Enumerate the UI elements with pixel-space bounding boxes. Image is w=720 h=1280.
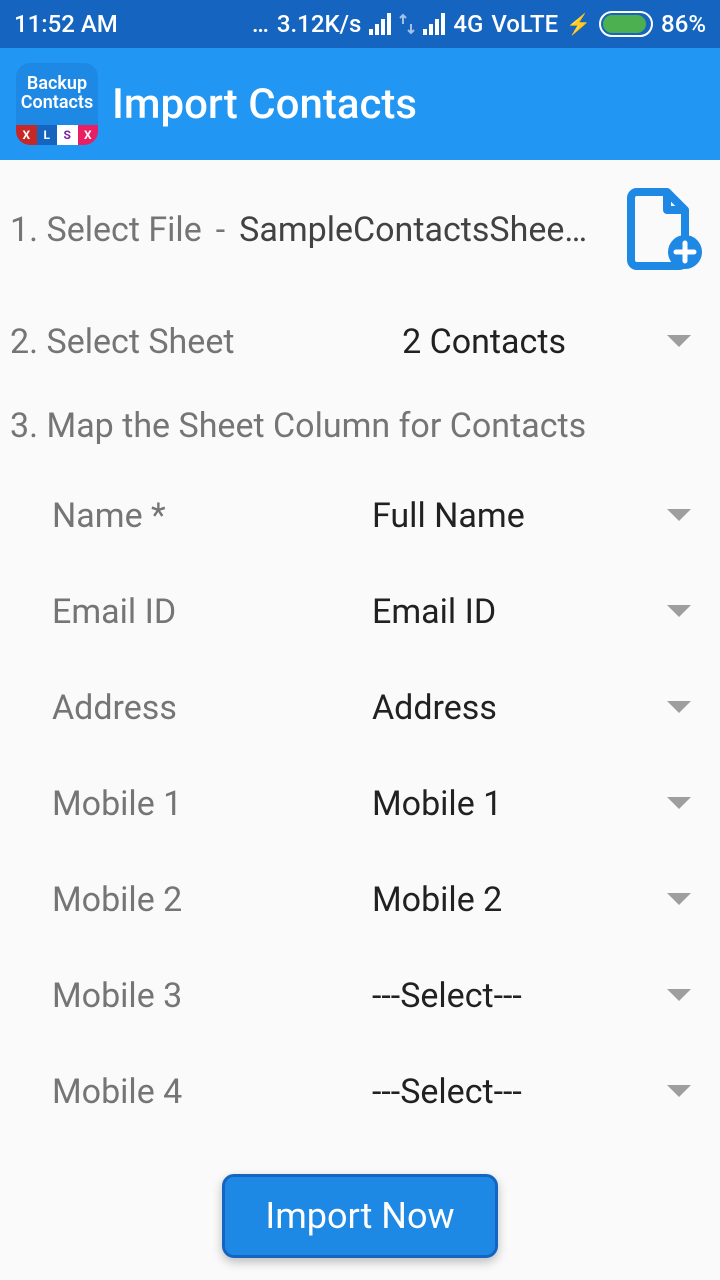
more-dots: … — [252, 10, 269, 38]
map-label: Mobile 1 — [52, 784, 372, 824]
chevron-down-icon — [666, 508, 692, 524]
add-file-button[interactable] — [621, 188, 703, 272]
chevron-down-icon — [666, 892, 692, 908]
map-row-name: Name * Full Name — [0, 468, 720, 564]
map-label: Mobile 2 — [52, 880, 372, 920]
status-volte: VoLTE — [491, 10, 558, 38]
selected-file-name: SampleContactsShee… — [239, 210, 616, 250]
map-row-mobile2: Mobile 2 Mobile 2 — [0, 852, 720, 948]
map-dropdown-mobile1[interactable]: Mobile 1 — [372, 784, 692, 824]
step-select-sheet: 2. Select Sheet 2 Contacts — [0, 300, 720, 384]
map-dropdown-address[interactable]: Address — [372, 688, 692, 728]
step-select-file: 1. Select File - SampleContactsShee… — [0, 160, 720, 300]
map-row-email: Email ID Email ID — [0, 564, 720, 660]
signal-icon — [369, 13, 391, 35]
chevron-down-icon — [666, 604, 692, 620]
mapping-list: Name * Full Name Email ID Email ID Addre… — [0, 458, 720, 1140]
status-speed: 3.12K/s — [277, 10, 361, 38]
map-label: Email ID — [52, 592, 372, 632]
map-label: Name * — [52, 496, 372, 536]
map-label: Address — [52, 688, 372, 728]
chevron-down-icon — [666, 334, 692, 350]
status-bar: 11:52 AM … 3.12K/s 4G VoLTE ⚡ 86% — [0, 0, 720, 48]
map-dropdown-value: ---Select--- — [372, 976, 522, 1016]
page-title: Import Contacts — [112, 80, 417, 129]
content: 1. Select File - SampleContactsShee… 2. … — [0, 160, 720, 1140]
map-dropdown-value: Mobile 2 — [372, 880, 502, 920]
status-network: 4G — [453, 10, 483, 38]
sheet-dropdown-value: 2 Contacts — [402, 322, 566, 362]
chevron-down-icon — [666, 988, 692, 1004]
map-label: Mobile 3 — [52, 976, 372, 1016]
app-icon-line1: Backup — [27, 73, 87, 94]
map-row-mobile4: Mobile 4 ---Select--- — [0, 1044, 720, 1140]
map-row-address: Address Address — [0, 660, 720, 756]
map-dropdown-mobile2[interactable]: Mobile 2 — [372, 880, 692, 920]
map-dropdown-mobile3[interactable]: ---Select--- — [372, 976, 692, 1016]
map-dropdown-value: Mobile 1 — [372, 784, 502, 824]
map-dropdown-value: Email ID — [372, 592, 496, 632]
app-bar: Backup Contacts X L S X Import Contacts — [0, 48, 720, 160]
map-row-mobile3: Mobile 3 ---Select--- — [0, 948, 720, 1044]
map-label: Mobile 4 — [52, 1072, 372, 1112]
signal-icon-2 — [423, 13, 445, 35]
map-dropdown-email[interactable]: Email ID — [372, 592, 692, 632]
step-file-label: 1. Select File — [10, 210, 202, 250]
step-sheet-label: 2. Select Sheet — [10, 322, 234, 362]
data-arrows-icon — [399, 12, 415, 36]
status-battery-pct: 86% — [661, 10, 706, 38]
status-time: 11:52 AM — [14, 10, 118, 38]
import-now-button[interactable]: Import Now — [222, 1174, 497, 1258]
app-icon-strip: X L S X — [16, 125, 98, 145]
map-dropdown-value: ---Select--- — [372, 1072, 522, 1112]
chevron-down-icon — [666, 700, 692, 716]
chevron-down-icon — [666, 796, 692, 812]
file-separator: - — [202, 210, 239, 250]
map-dropdown-name[interactable]: Full Name — [372, 496, 692, 536]
map-dropdown-mobile4[interactable]: ---Select--- — [372, 1072, 692, 1112]
charging-icon: ⚡ — [566, 12, 591, 36]
step-map-header: 3. Map the Sheet Column for Contacts — [0, 384, 720, 458]
app-icon: Backup Contacts X L S X — [16, 63, 98, 145]
map-row-mobile1: Mobile 1 Mobile 1 — [0, 756, 720, 852]
chevron-down-icon — [666, 1084, 692, 1100]
app-icon-line2: Contacts — [21, 92, 93, 113]
battery-icon — [599, 11, 653, 37]
map-dropdown-value: Full Name — [372, 496, 525, 536]
sheet-dropdown[interactable]: 2 Contacts — [402, 322, 692, 362]
map-dropdown-value: Address — [372, 688, 497, 728]
